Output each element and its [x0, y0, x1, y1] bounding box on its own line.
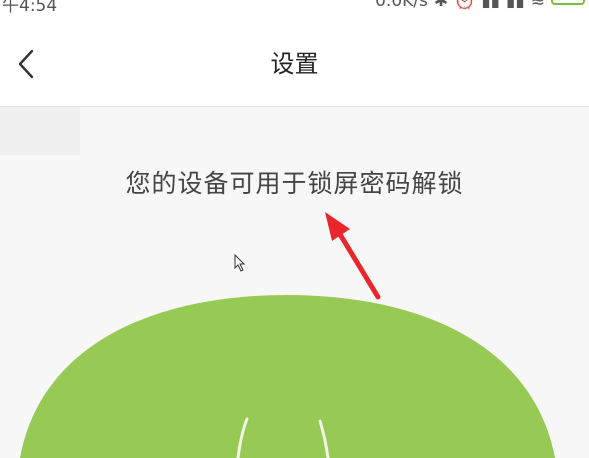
- signal-icon-2: ▮▮: [506, 0, 525, 11]
- mouse-cursor-icon: [234, 254, 246, 272]
- main-content: 您的设备可用于锁屏密码解锁: [0, 107, 589, 458]
- bluetooth-icon: ✱: [433, 0, 449, 11]
- status-bar: 午4:54 0.0K/s ✱ ⏰ ▮▮ ▮▮ ≋ 19: [0, 0, 589, 14]
- status-icons: 0.0K/s ✱ ⏰ ▮▮ ▮▮ ≋ 19: [375, 0, 585, 11]
- signal-icon: ▮▮: [481, 0, 501, 11]
- status-time: 午4:54: [2, 0, 58, 14]
- network-speed: 0.0K/s: [375, 0, 428, 11]
- app-header: 设置: [0, 14, 589, 106]
- wifi-icon: ≋: [530, 0, 545, 11]
- battery-icon: 19: [551, 0, 585, 5]
- alarm-icon: ⏰: [454, 0, 476, 11]
- page-title: 设置: [270, 50, 319, 78]
- red-arrow-annotation: [325, 212, 381, 300]
